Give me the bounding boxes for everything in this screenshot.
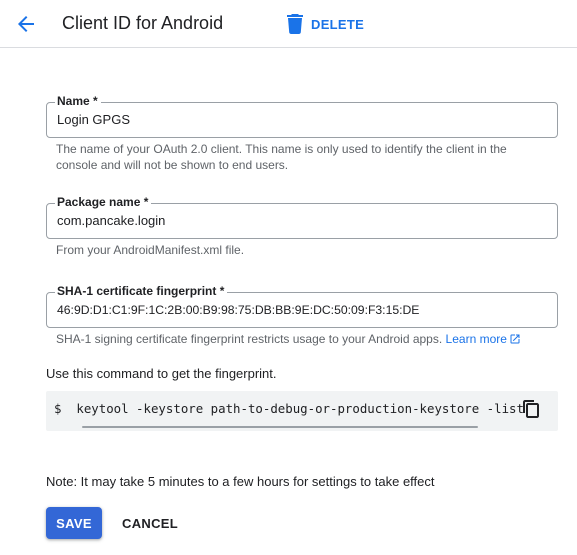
name-field-label: Name * [55, 94, 101, 108]
name-hint: The name of your OAuth 2.0 client. This … [56, 142, 507, 172]
settings-note: Note: It may take 5 minutes to a few hou… [46, 474, 435, 489]
cancel-button[interactable]: CANCEL [118, 507, 182, 539]
sha1-hint-text: SHA-1 signing certificate fingerprint re… [56, 332, 443, 346]
sha1-field-value[interactable]: 46:9D:D1:C1:9F:1C:2B:00:B9:98:75:DB:BB:9… [57, 302, 419, 318]
sha1-hint: SHA-1 signing certificate fingerprint re… [56, 331, 536, 347]
name-field-value[interactable]: Login GPGS [57, 112, 130, 128]
copy-button[interactable] [523, 400, 539, 418]
open-in-new-icon [510, 334, 520, 344]
trash-icon [287, 14, 303, 34]
page-header: Client ID for Android DELETE [0, 0, 577, 48]
save-button[interactable]: SAVE [46, 507, 102, 539]
command-code-text[interactable]: $ keytool -keystore path-to-debug-or-pro… [54, 401, 524, 417]
delete-button[interactable]: DELETE [286, 12, 364, 36]
name-field[interactable]: Name * Login GPGS [46, 94, 558, 138]
page-title: Client ID for Android [62, 13, 224, 33]
command-code-block: $ keytool -keystore path-to-debug-or-pro… [46, 391, 558, 431]
package-name-hint: From your AndroidManifest.xml file. [56, 243, 245, 257]
package-name-field-value[interactable]: com.pancake.login [57, 213, 165, 229]
arrow-left-icon [18, 16, 34, 32]
learn-more-label: Learn more [445, 332, 507, 346]
back-button[interactable] [14, 12, 38, 36]
sha1-field-label: SHA-1 certificate fingerprint * [55, 284, 228, 298]
package-name-field[interactable]: Package name * com.pancake.login [46, 195, 558, 239]
copy-icon [523, 400, 539, 418]
package-name-field-label: Package name * [55, 195, 152, 209]
sha1-fingerprint-field[interactable]: SHA-1 certificate fingerprint * 46:9D:D1… [46, 284, 558, 328]
code-horizontal-scrollbar[interactable] [82, 426, 478, 428]
command-heading: Use this command to get the fingerprint. [46, 366, 277, 381]
delete-label: DELETE [311, 16, 365, 32]
learn-more-link[interactable]: Learn more [446, 332, 521, 346]
